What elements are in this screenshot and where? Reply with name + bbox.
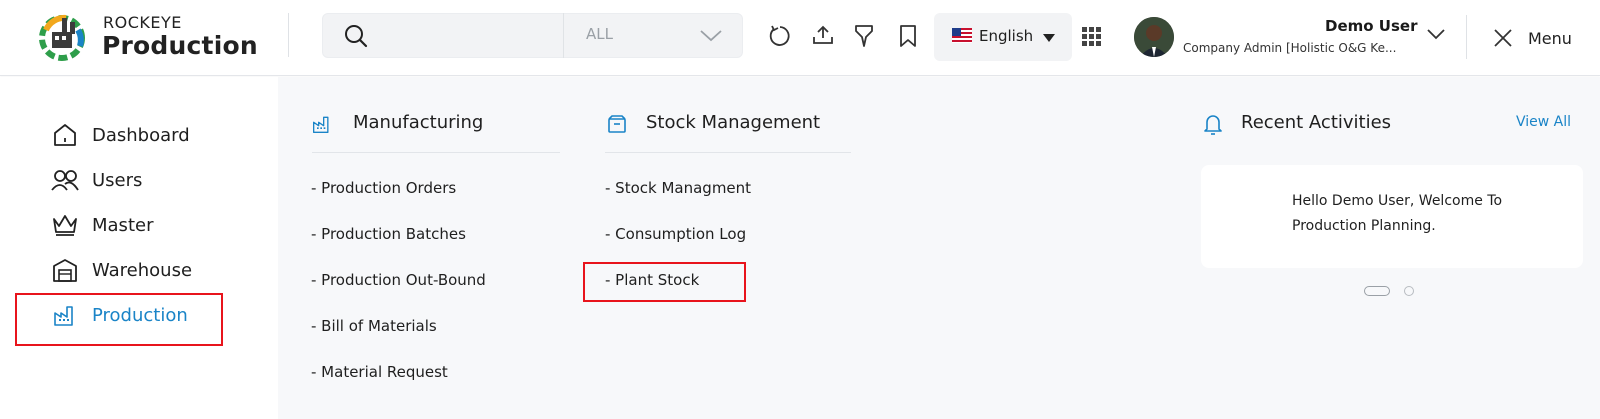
sidebar: Dashboard Users Master Warehouse Product… xyxy=(0,77,278,419)
sidebar-item-users[interactable]: Users xyxy=(50,165,142,195)
bell-icon xyxy=(1204,115,1222,135)
users-icon xyxy=(50,167,80,193)
search-icon[interactable] xyxy=(344,24,368,48)
search-divider xyxy=(563,13,564,58)
link-consumption-log[interactable]: - Consumption Log xyxy=(605,225,746,243)
sidebar-item-label: Master xyxy=(92,214,154,236)
sidebar-item-warehouse[interactable]: Warehouse xyxy=(50,255,192,285)
language-label: English xyxy=(979,27,1034,45)
upload-icon[interactable] xyxy=(812,24,834,46)
rockeye-logo-icon xyxy=(39,14,85,61)
caret-down-icon[interactable] xyxy=(1043,34,1055,42)
user-role: Company Admin [Holistic O&G Ke... xyxy=(1183,41,1397,55)
section-divider xyxy=(312,152,560,153)
highlight-box xyxy=(15,293,223,346)
carousel-dot-active[interactable] xyxy=(1364,286,1390,296)
header-divider xyxy=(1466,15,1467,59)
section-divider xyxy=(605,152,851,153)
activity-message: Hello Demo User, Welcome To Production P… xyxy=(1292,193,1503,234)
link-production-out-bound[interactable]: - Production Out-Bound xyxy=(311,271,486,289)
sidebar-item-dashboard[interactable]: Dashboard xyxy=(50,120,190,150)
apps-grid-icon[interactable] xyxy=(1082,27,1102,47)
box-icon xyxy=(608,115,626,133)
sidebar-item-master[interactable]: Master xyxy=(50,210,153,240)
link-material-request[interactable]: - Material Request xyxy=(311,363,448,381)
carousel-dot[interactable] xyxy=(1404,286,1414,296)
chevron-down-icon[interactable] xyxy=(1427,29,1445,40)
link-production-orders[interactable]: - Production Orders xyxy=(311,179,456,197)
link-production-batches[interactable]: - Production Batches xyxy=(311,225,466,243)
sidebar-item-label: Users xyxy=(92,169,143,191)
crown-icon xyxy=(50,212,80,238)
link-stock-management[interactable]: - Stock Managment xyxy=(605,179,751,197)
highlight-box xyxy=(583,262,746,302)
header-divider xyxy=(288,13,289,57)
section-title-stock-management: Stock Management xyxy=(646,112,821,133)
sidebar-item-label: Dashboard xyxy=(92,124,190,146)
user-name: Demo User xyxy=(1325,17,1418,35)
section-title-manufacturing: Manufacturing xyxy=(353,112,484,133)
filter-icon[interactable] xyxy=(853,24,875,48)
app-name: Production xyxy=(102,31,258,60)
factory-icon xyxy=(313,116,329,133)
close-icon[interactable] xyxy=(1493,28,1513,48)
search-input[interactable] xyxy=(385,20,555,50)
section-title-recent-activities: Recent Activities xyxy=(1241,112,1392,133)
home-icon xyxy=(50,122,80,148)
brand-name: ROCKEYE xyxy=(103,13,182,32)
avatar[interactable] xyxy=(1134,17,1174,57)
warehouse-icon xyxy=(50,257,80,283)
refresh-icon[interactable] xyxy=(768,24,792,48)
link-bill-of-materials[interactable]: - Bill of Materials xyxy=(311,317,437,335)
sidebar-item-label: Warehouse xyxy=(92,259,193,281)
menu-button[interactable]: Menu xyxy=(1528,29,1572,48)
search-scope-select[interactable]: ALL xyxy=(586,25,613,43)
bookmark-icon[interactable] xyxy=(898,24,918,48)
us-flag-icon xyxy=(952,28,972,43)
chevron-down-icon[interactable] xyxy=(700,30,722,42)
view-all-link[interactable]: View All xyxy=(1516,114,1571,130)
